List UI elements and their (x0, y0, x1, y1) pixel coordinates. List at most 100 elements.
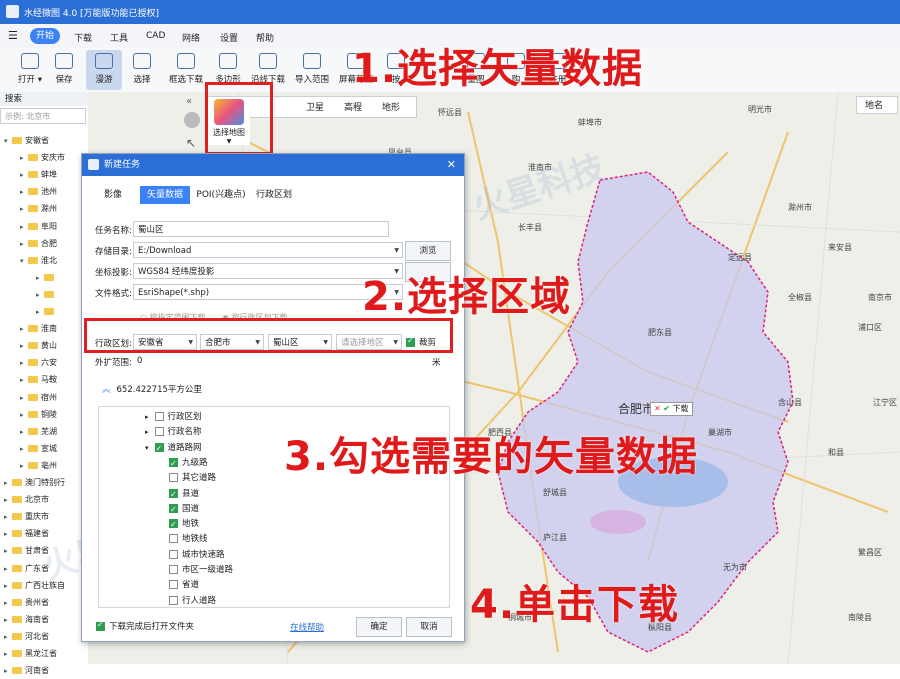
expand-arrow-icon[interactable]: ▸ (36, 270, 44, 286)
layer-checkbox[interactable] (169, 473, 178, 483)
expand-arrow-icon[interactable]: ▸ (4, 475, 12, 491)
tab-admin[interactable]: 行政区划 (254, 186, 294, 204)
layer-item[interactable]: 地铁线 (169, 531, 208, 547)
layer-checkbox[interactable] (169, 456, 178, 472)
save-button[interactable]: 保存 (46, 50, 82, 90)
tab-poi[interactable]: POI(兴趣点) (196, 186, 246, 204)
expand-arrow-icon[interactable]: ▸ (4, 595, 12, 611)
pan-button[interactable]: 漫游 (86, 50, 122, 90)
browse-button[interactable]: 浏览 (405, 241, 451, 261)
layer-checkbox[interactable] (169, 517, 178, 533)
search-input[interactable]: 示例: 北京市 (0, 108, 86, 124)
tree-item[interactable]: ▸ 北京市 (0, 491, 92, 508)
expand-arrow-icon[interactable]: ▸ (20, 372, 28, 388)
layer-checkbox[interactable] (154, 427, 164, 437)
task-name-input[interactable]: 蜀山区 (133, 221, 389, 237)
menu-settings[interactable]: 设置 (220, 31, 238, 44)
layer-item[interactable]: 城市快速路 (169, 547, 225, 563)
tree-item[interactable]: ▸ 黑龙江省 (0, 645, 92, 662)
expand-arrow-icon[interactable]: ▸ (4, 646, 12, 662)
select-button[interactable]: 选择 (124, 50, 160, 90)
layer-checkbox[interactable] (169, 595, 178, 605)
menu-help[interactable]: 帮助 (256, 31, 274, 44)
layer-checkbox[interactable] (169, 549, 178, 559)
tab-satellite[interactable]: 卫星 (306, 100, 324, 113)
tab-terrain[interactable]: 地形 (382, 100, 400, 113)
open-button[interactable]: 打开 ▾ (12, 50, 48, 90)
layer-item[interactable]: 九级路 (169, 455, 208, 472)
expand-arrow-icon[interactable]: ▸ (145, 413, 149, 421)
expand-arrow-icon[interactable]: ▸ (4, 509, 12, 525)
layer-item[interactable]: 其它道路 (169, 470, 216, 486)
tab-elevation[interactable]: 高程 (344, 100, 362, 113)
layer-checkbox[interactable] (169, 502, 178, 518)
tree-item[interactable]: ▸ 河北省 (0, 628, 92, 645)
expand-arrow-icon[interactable]: ▸ (20, 355, 28, 371)
menu-network[interactable]: 网络 (182, 31, 200, 44)
expand-arrow-icon[interactable]: ▸ (20, 201, 28, 217)
expand-arrow-icon[interactable]: ▸ (36, 287, 44, 303)
cancel-button[interactable]: 取消 (406, 617, 452, 637)
layer-item[interactable]: ▾ 道路路网 (145, 440, 202, 457)
open-folder-checkbox[interactable]: 下载完成后打开文件夹 (96, 620, 194, 632)
expand-arrow-icon[interactable]: ▸ (20, 441, 28, 457)
layer-checkbox[interactable] (169, 565, 178, 574)
menu-cad[interactable]: CAD (146, 31, 165, 41)
expand-arrow-icon[interactable]: ▸ (20, 321, 28, 337)
expand-arrow-icon[interactable]: ▸ (20, 167, 28, 183)
expand-arrow-icon[interactable]: ▸ (4, 526, 12, 542)
expand-arrow-icon[interactable]: ▾ (4, 133, 12, 149)
close-icon[interactable]: ✕ (447, 154, 456, 176)
expand-arrow-icon[interactable]: ▸ (4, 578, 12, 594)
box-download-button[interactable]: 框选下载 (168, 50, 204, 90)
layer-item[interactable]: 行人道路 (169, 593, 216, 607)
expand-arrow-icon[interactable]: ▸ (20, 407, 28, 423)
collapse-panel-icon[interactable]: « (186, 96, 192, 107)
tab-imagery[interactable]: 影像 (98, 186, 128, 204)
help-link[interactable]: 在线帮助 (290, 621, 324, 633)
expand-arrow-icon[interactable]: ▸ (20, 458, 28, 474)
save-dir-select[interactable]: E:/Download (133, 242, 403, 259)
layer-item[interactable]: 地铁 (169, 516, 199, 533)
expand-arrow-icon[interactable]: ▸ (20, 150, 28, 166)
menu-tools[interactable]: 工具 (110, 31, 128, 44)
collapse-up-icon[interactable]: ︽ (102, 385, 111, 395)
expand-arrow-icon[interactable]: ▸ (4, 612, 12, 628)
expand-arrow-icon[interactable]: ▾ (20, 253, 28, 269)
layer-checkbox[interactable] (154, 441, 164, 457)
tab-vector-data[interactable]: 矢量数据 (140, 186, 190, 204)
pointer-icon[interactable]: ↖ (186, 136, 196, 150)
layer-item[interactable]: 市区一级道路 (169, 562, 233, 578)
tree-item[interactable]: ▸ 澳门特别行 (0, 474, 92, 491)
layer-checkbox[interactable] (169, 580, 178, 590)
expand-arrow-icon[interactable]: ▸ (20, 219, 28, 235)
tree-item[interactable]: ▸ 河南省 (0, 662, 92, 679)
tree-item[interactable]: ▾ 安徽省 (0, 132, 92, 149)
expand-input[interactable]: 0 (133, 353, 423, 369)
layer-item[interactable]: 国道 (169, 501, 199, 518)
expand-arrow-icon[interactable]: ▸ (20, 236, 28, 252)
expand-arrow-icon[interactable]: ▸ (20, 424, 28, 440)
tree-item[interactable]: ▸ 重庆市 (0, 508, 92, 525)
import-range-button[interactable]: 导入范围 (294, 50, 330, 90)
layer-item[interactable]: 省道 (169, 577, 199, 593)
expand-arrow-icon[interactable]: ▸ (20, 184, 28, 200)
layer-item[interactable]: ▸ 行政名称 (145, 424, 202, 440)
layer-checkbox[interactable] (154, 412, 164, 421)
layer-checkbox[interactable] (169, 487, 178, 503)
expand-arrow-icon[interactable]: ▸ (20, 338, 28, 354)
expand-arrow-icon[interactable]: ▸ (4, 561, 12, 577)
expand-arrow-icon[interactable]: ▸ (4, 629, 12, 645)
tree-item[interactable]: ▸ 海南省 (0, 611, 92, 628)
expand-arrow-icon[interactable]: ▸ (36, 304, 44, 320)
globe-icon[interactable] (184, 112, 200, 128)
expand-arrow-icon[interactable]: ▸ (4, 492, 12, 508)
menu-start[interactable]: 开始 (30, 28, 60, 44)
expand-arrow-icon[interactable]: ▸ (4, 663, 12, 679)
expand-arrow-icon[interactable]: ▸ (20, 390, 28, 406)
map-download-button[interactable]: ✕ ✔ 下载 (650, 402, 693, 416)
menu-download[interactable]: 下载 (74, 31, 92, 44)
expand-arrow-icon[interactable]: ▾ (145, 444, 149, 452)
expand-arrow-icon[interactable]: ▸ (4, 543, 12, 559)
tree-item[interactable]: ▸ 贵州省 (0, 594, 92, 611)
